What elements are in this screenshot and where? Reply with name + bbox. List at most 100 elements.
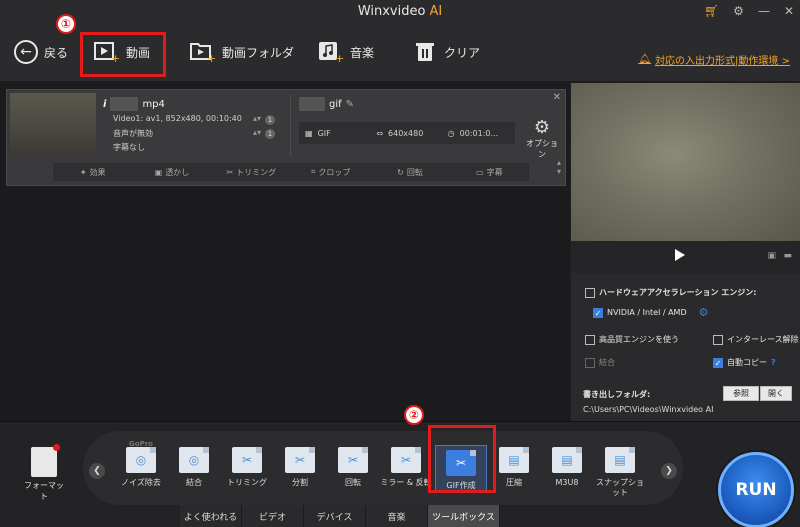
compress-icon: ▤ xyxy=(499,447,529,473)
folder-add-icon: + xyxy=(190,39,216,65)
category-tabs: よく使われる ビデオ デバイス 音楽 ツールボックス xyxy=(180,505,500,527)
add-video-folder-button[interactable]: + 動画フォルダ xyxy=(190,36,294,68)
card-divider xyxy=(290,94,291,156)
tool-trim[interactable]: ✂ トリミング xyxy=(221,447,273,488)
add-music-label: 音楽 xyxy=(350,45,375,60)
target-ext: gif xyxy=(329,98,342,110)
hw-accel-title: ハードウェアアクセラレーション エンジン: xyxy=(585,287,756,298)
tool-merge[interactable]: ◎ 結合 xyxy=(168,447,220,488)
hw-option-checkbox[interactable]: ✓ xyxy=(593,307,603,318)
back-label: 戻る xyxy=(44,45,69,60)
info-icon[interactable]: i xyxy=(103,99,106,110)
format-button[interactable]: フォーマット xyxy=(22,444,66,502)
supported-formats-link[interactable]: 🔔︎ 対応の入出力形式|動作環境 > xyxy=(638,52,790,67)
deinterlace-label: インターレース解除 xyxy=(727,335,799,344)
tool-split[interactable]: ✂ 分割 xyxy=(274,447,326,488)
browse-button[interactable]: 参照 xyxy=(723,386,759,401)
auto-copy-label: 自動コピー xyxy=(727,358,767,367)
tab-music[interactable]: 音楽 xyxy=(366,505,428,527)
tool-rotate[interactable]: ✂ 回転 xyxy=(327,447,379,488)
hw-accel-checkbox[interactable] xyxy=(585,287,595,298)
add-music-button[interactable]: + 音楽 xyxy=(318,36,374,68)
tool-m3u8[interactable]: ▤ M3U8 xyxy=(541,447,593,488)
effect-tool[interactable]: ✦ 効果 xyxy=(53,163,132,181)
options-label: オプション xyxy=(526,139,558,159)
format-label: フォーマット xyxy=(24,481,64,501)
options-button[interactable]: ⚙ オプション xyxy=(524,118,560,160)
toolbox-carousel: ❮ GoPro ◎ ノイズ除去 ◎ 結合 ✂ トリミング ✂ 分割 ✂ 回転 ✂… xyxy=(83,431,683,505)
source-audio-info: 音声が無効 xyxy=(113,129,153,138)
video-track-arrow[interactable]: ▴▾ xyxy=(253,114,261,123)
open-button[interactable]: 開く xyxy=(760,386,792,401)
back-button[interactable]: ← 戻る xyxy=(14,36,68,68)
stamp-icon: ▣ xyxy=(154,167,163,177)
deinterlace-checkbox[interactable] xyxy=(713,334,723,345)
high-quality-checkbox[interactable] xyxy=(585,334,595,345)
rotate-tool-icon: ✂ xyxy=(338,447,368,473)
expand-arrow[interactable]: ▴ ▾ xyxy=(557,158,561,176)
carousel-prev-icon[interactable]: ❮ xyxy=(89,463,105,479)
minimize-icon[interactable]: — xyxy=(758,4,770,18)
tool-merge-label: 結合 xyxy=(186,478,202,487)
source-ext: mp4 xyxy=(142,98,165,110)
watermark-tool[interactable]: ▣ 透かし xyxy=(132,163,211,181)
cart-icon[interactable]: 🛒︎ xyxy=(704,4,719,18)
target-format-value: GIF xyxy=(317,128,331,138)
remove-file-icon[interactable]: ✕ xyxy=(553,92,561,103)
denoise-icon: ◎ xyxy=(126,447,156,473)
trash-icon xyxy=(412,39,438,65)
hw-settings-gear-icon[interactable]: ⚙ xyxy=(699,306,709,319)
tab-device[interactable]: デバイス xyxy=(304,505,366,527)
auto-copy-checkbox[interactable]: ✓ xyxy=(713,357,723,368)
tool-snapshot-label: スナップショット xyxy=(596,478,644,497)
filename-mask xyxy=(110,97,139,111)
carousel-next-icon[interactable]: ❯ xyxy=(661,463,677,479)
close-icon[interactable]: ✕ xyxy=(784,4,794,18)
run-button[interactable]: RUN xyxy=(718,452,794,527)
edit-name-icon[interactable]: ✎ xyxy=(346,99,354,110)
tab-toolbox[interactable]: ツールボックス xyxy=(428,505,500,527)
target-resolution: ⇔ 640x480 xyxy=(376,129,443,138)
crop-label: クロップ xyxy=(318,167,351,177)
annotation-mark-1: ① xyxy=(56,14,76,34)
scissors-icon: ✂ xyxy=(226,167,234,177)
tab-common[interactable]: よく使われる xyxy=(180,505,242,527)
svg-text:+: + xyxy=(335,52,344,63)
tool-mirror-flip[interactable]: ✂ ミラー & 反転 xyxy=(380,447,432,488)
trim-label: トリミング xyxy=(236,167,277,177)
subtitle-tool[interactable]: ▭ 字幕 xyxy=(450,163,529,181)
rotate-tool[interactable]: ↻ 回転 xyxy=(370,163,449,181)
tool-mirror-label: ミラー & 反転 xyxy=(380,478,432,487)
merge-icon: ◎ xyxy=(179,447,209,473)
target-duration-value: 00:01:0... xyxy=(459,128,499,138)
play-icon[interactable] xyxy=(675,249,685,261)
camera-icon[interactable]: ▣ xyxy=(767,251,776,261)
tool-snapshot[interactable]: ▤ スナップショット xyxy=(594,447,646,498)
hw-option-row: ✓ NVIDIA / Intel / AMD ⚙ xyxy=(593,306,709,319)
auto-copy-row: ✓ 自動コピー ? xyxy=(713,357,776,368)
clear-button[interactable]: クリア xyxy=(412,36,480,68)
source-subtitle-info: 字幕なし xyxy=(113,143,145,152)
trim-icon: ✂ xyxy=(232,447,262,473)
tool-denoise[interactable]: GoPro ◎ ノイズ除去 xyxy=(115,440,167,488)
output-folder-label: 書き出しフォルダ: xyxy=(583,390,651,399)
help-icon[interactable]: ? xyxy=(771,358,776,367)
title-bar: Winxvideo AI 🛒︎ ⚙ — ✕ xyxy=(0,0,800,24)
add-video-folder-label: 動画フォルダ xyxy=(222,45,295,60)
split-icon: ✂ xyxy=(285,447,315,473)
source-video-info: Video1: av1, 852x480, 00:10:40 xyxy=(113,114,242,123)
music-add-icon: + xyxy=(318,39,344,65)
merge-checkbox[interactable] xyxy=(585,357,595,368)
file-card[interactable]: i mp4 Video1: av1, 852x480, 00:10:40 音声が… xyxy=(6,89,566,186)
supported-formats-label: 対応の入出力形式|動作環境 > xyxy=(655,56,790,67)
folder-icon[interactable]: ▬ xyxy=(783,251,792,261)
trim-tool[interactable]: ✂ トリミング xyxy=(212,163,291,181)
audio-track-arrow[interactable]: ▴▾ xyxy=(253,128,261,137)
target-filename-mask xyxy=(299,97,325,111)
crop-tool[interactable]: ⌗ クロップ xyxy=(291,163,370,181)
gear-icon[interactable]: ⚙ xyxy=(733,4,744,18)
audio-track-badge: 1 xyxy=(265,129,275,139)
watermark-label: 透かし xyxy=(165,167,190,177)
tab-video[interactable]: ビデオ xyxy=(242,505,304,527)
output-path: C:\Users\PC\Videos\Winxvideo AI xyxy=(583,405,714,414)
